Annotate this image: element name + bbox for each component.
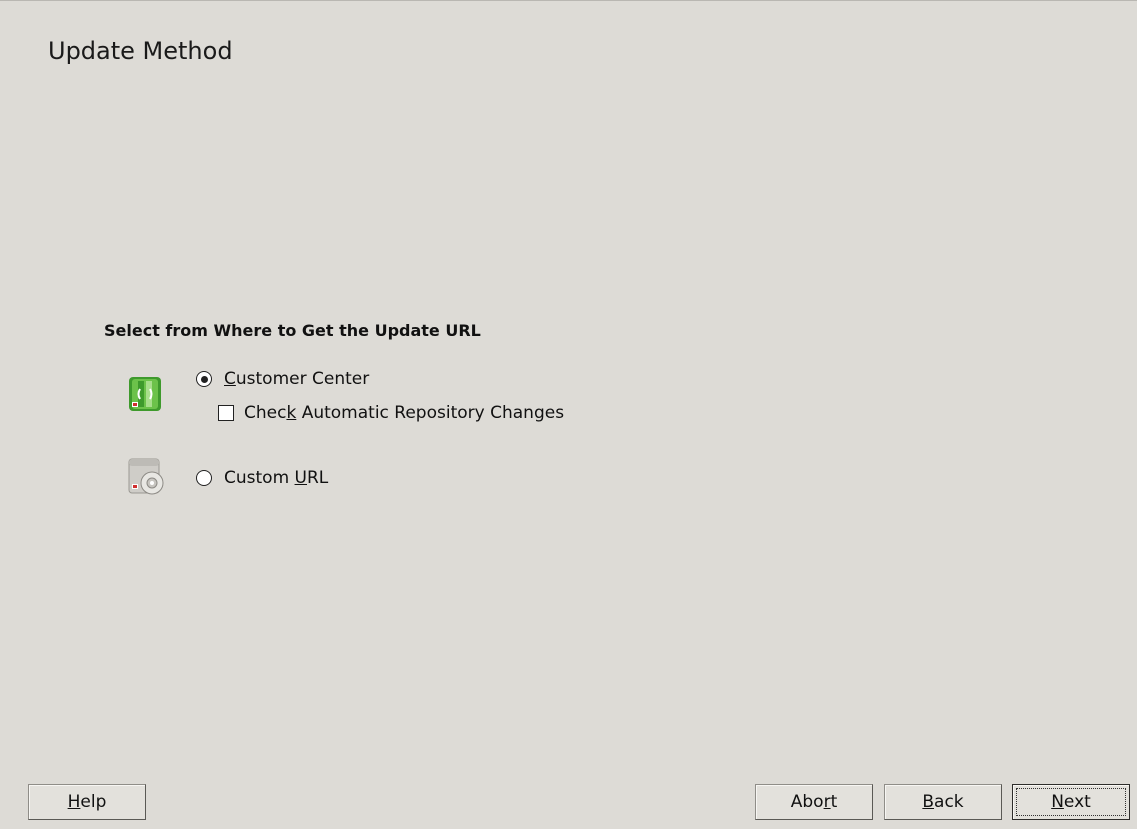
radio-indicator[interactable] [196,470,212,486]
section-heading: Select from Where to Get the Update URL [104,321,481,340]
next-button[interactable]: Next [1012,784,1130,820]
customer-center-label: Customer Center [224,369,370,389]
custom-url-radio[interactable]: Custom URL [196,468,328,488]
page-title: Update Method [48,37,233,65]
custom-url-icon [126,456,166,496]
back-button[interactable]: Back [884,784,1002,820]
auto-repo-changes-label: Check Automatic Repository Changes [244,403,565,423]
checkbox-indicator[interactable] [218,405,234,421]
radio-indicator[interactable] [196,371,212,387]
auto-repo-changes-checkbox[interactable]: Check Automatic Repository Changes [218,403,564,423]
update-method-dialog: Update Method Select from Where to Get t… [0,0,1137,829]
custom-url-label: Custom URL [224,468,329,488]
abort-button[interactable]: Abo r t [755,784,873,820]
help-button[interactable]: Help [28,784,146,820]
customer-center-icon [126,374,166,414]
customer-center-radio[interactable]: Customer Center [196,369,369,389]
focus-ring [1016,788,1126,816]
